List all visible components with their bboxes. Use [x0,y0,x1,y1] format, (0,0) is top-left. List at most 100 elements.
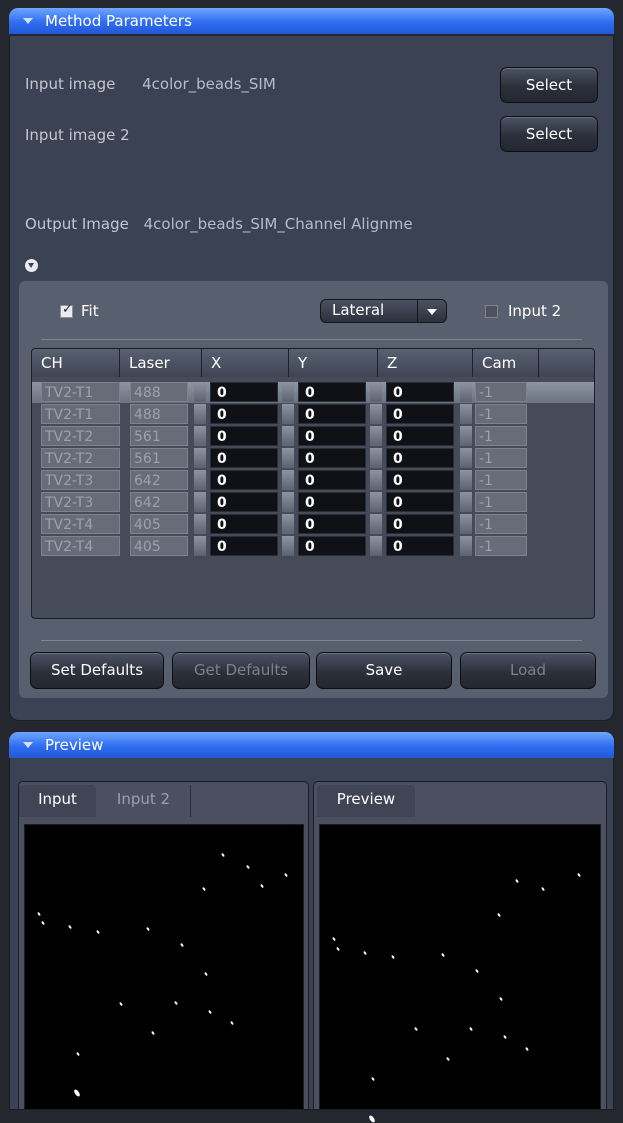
bead-spot [446,1056,450,1062]
cell-z[interactable]: 0 [386,382,454,402]
cell-laser: 488 [130,382,188,402]
table-row[interactable]: TV2-T1 488 0 0 0 -1 [32,382,594,404]
cell-z[interactable]: 0 [386,514,454,534]
cell-z[interactable]: 0 [386,448,454,468]
cell-ch: TV2-T2 [41,448,120,468]
mode-dropdown[interactable]: Lateral [320,299,447,323]
row-cell-handle [282,448,294,468]
cell-z[interactable]: 0 [386,404,454,424]
cell-z[interactable]: 0 [386,536,454,556]
cell-y[interactable]: 0 [298,536,366,556]
row-cell-handle [370,536,382,556]
column-header-ch[interactable]: CH [32,349,120,377]
cell-y[interactable]: 0 [298,426,366,446]
cell-x[interactable]: 0 [210,426,278,446]
bead-spot [260,883,264,889]
cell-x[interactable]: 0 [210,536,278,556]
bead-spot [391,954,395,960]
cell-z[interactable]: 0 [386,426,454,446]
method-parameters-header[interactable]: Method Parameters [9,8,614,34]
tab-input-2[interactable]: Input 2 [97,785,191,817]
cell-y[interactable]: 0 [298,492,366,512]
cell-y[interactable]: 0 [298,448,366,468]
cell-laser: 561 [130,448,188,468]
cell-y[interactable]: 0 [298,382,366,402]
cell-y[interactable]: 0 [298,470,366,490]
cell-cam: -1 [475,514,527,534]
input2-checkbox[interactable] [485,305,498,318]
table-row[interactable]: TV2-T4 405 0 0 0 -1 [32,514,594,536]
column-header-y[interactable]: Y [289,349,378,377]
cell-cam: -1 [475,492,527,512]
table-row[interactable]: TV2-T3 642 0 0 0 -1 [32,470,594,492]
row-cell-handle [370,492,382,512]
row-cell-handle [460,448,472,468]
save-button[interactable]: Save [316,652,452,689]
bead-spot [332,936,336,942]
table-row[interactable]: TV2-T3 642 0 0 0 -1 [32,492,594,514]
bead-spot [246,864,250,870]
collapse-triangle-icon[interactable] [23,742,33,748]
cell-x[interactable]: 0 [210,492,278,512]
tab-preview[interactable]: Preview [317,785,415,817]
table-row[interactable]: TV2-T2 561 0 0 0 -1 [32,426,594,448]
preview-title: Preview [45,736,104,754]
row-cell-handle [282,492,294,512]
bead-spot [441,952,445,958]
row-cell-handle [460,382,472,402]
cell-x[interactable]: 0 [210,514,278,534]
input-image-value: 4color_beads_SIM [142,75,276,93]
cell-ch: TV2-T2 [41,426,120,446]
cell-ch: TV2-T1 [41,404,120,424]
bead-spot [221,852,225,858]
input-image-view[interactable] [24,824,304,1110]
get-defaults-button[interactable]: Get Defaults [172,652,310,689]
bead-spot [96,929,100,935]
cell-ch: TV2-T3 [41,492,120,512]
cell-x[interactable]: 0 [210,470,278,490]
row-cell-handle [194,404,206,424]
column-header-cam[interactable]: Cam [473,349,539,377]
cell-y[interactable]: 0 [298,404,366,424]
output-image-row: Output Image 4color_beads_SIM_Channel Al… [25,215,413,233]
bead-spot [41,920,45,926]
output-image-value: 4color_beads_SIM_Channel Alignme [143,215,413,233]
row-cell-handle [194,426,206,446]
row-cell-handle [194,536,206,556]
cell-x[interactable]: 0 [210,404,278,424]
cell-cam: -1 [475,470,527,490]
cell-x[interactable]: 0 [210,382,278,402]
input-image-row: Input image 4color_beads_SIM [25,75,276,93]
set-defaults-button[interactable]: Set Defaults [30,652,164,689]
preview-header[interactable]: Preview [9,732,614,758]
row-cell-handle [460,426,472,446]
cell-y[interactable]: 0 [298,514,366,534]
bead-spot [202,886,206,892]
select-input-image2-button[interactable]: Select [500,116,598,152]
preview-image-view[interactable] [319,824,601,1123]
table-row[interactable]: TV2-T1 488 0 0 0 -1 [32,404,594,426]
table-row[interactable]: TV2-T2 561 0 0 0 -1 [32,448,594,470]
cell-cam: -1 [475,536,527,556]
column-header-laser[interactable]: Laser [120,349,202,377]
row-cell-handle [194,470,206,490]
expand-circle-icon[interactable] [25,259,38,272]
row-cell-handle [370,426,382,446]
bead-spot [146,926,150,932]
table-row[interactable]: TV2-T4 405 0 0 0 -1 [32,536,594,558]
cell-z[interactable]: 0 [386,492,454,512]
cell-x[interactable]: 0 [210,448,278,468]
row-cell-handle [370,470,382,490]
mode-dropdown-value: Lateral [332,301,385,319]
cell-z[interactable]: 0 [386,470,454,490]
row-cell-handle [370,404,382,424]
fit-checkbox[interactable]: ✓ [60,302,73,318]
column-header-z[interactable]: Z [378,349,473,377]
fit-label: Fit [81,302,99,320]
cell-ch: TV2-T4 [41,514,120,534]
select-input-image-button[interactable]: Select [500,67,598,103]
column-header-x[interactable]: X [202,349,289,377]
tab-input[interactable]: Input [19,785,96,817]
collapse-triangle-icon[interactable] [23,18,33,24]
load-button[interactable]: Load [460,652,596,689]
